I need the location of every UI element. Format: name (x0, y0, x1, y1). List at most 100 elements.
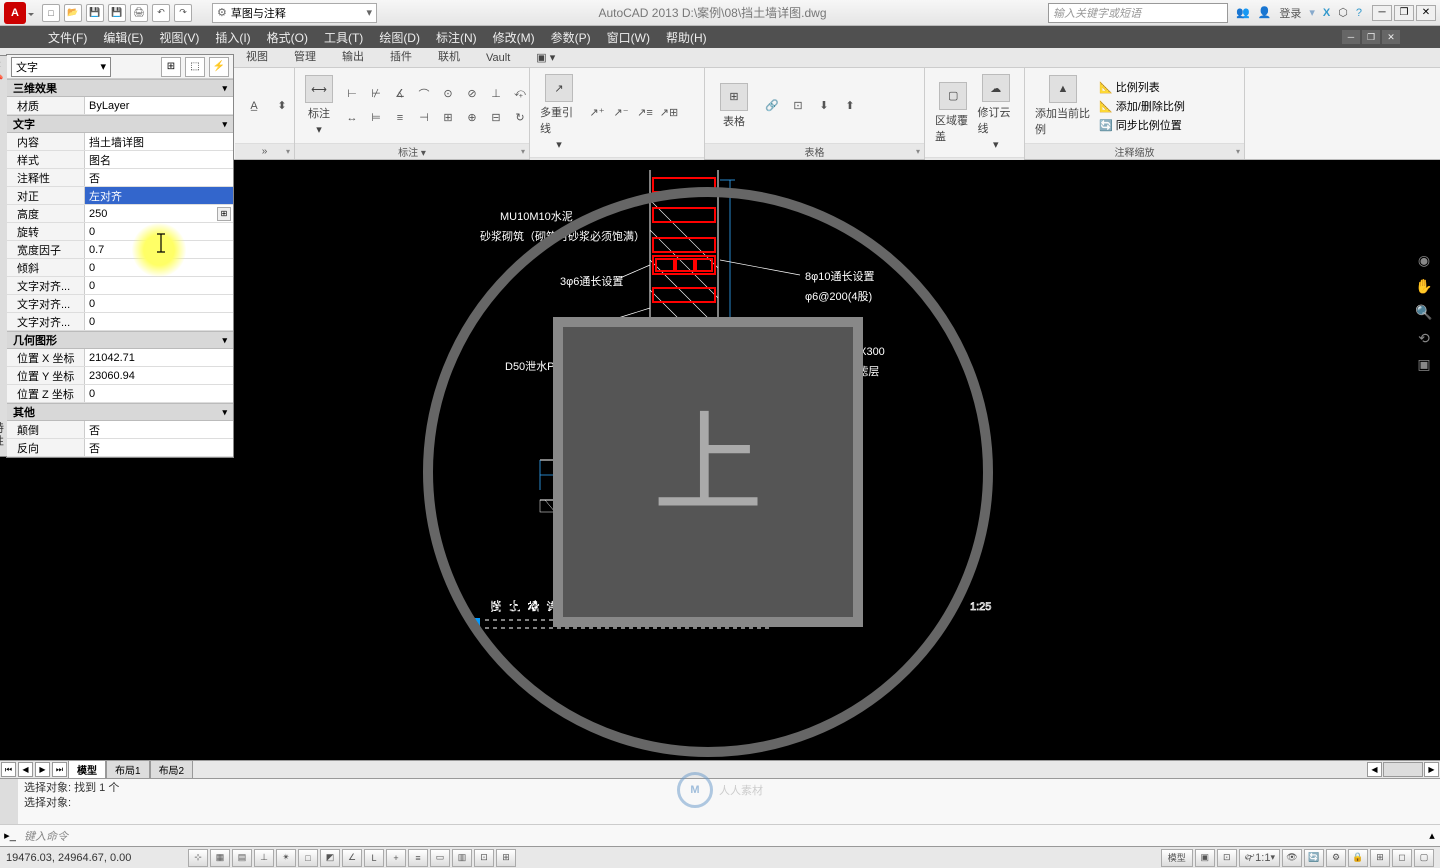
prop-taligny-value[interactable]: 0 (85, 295, 233, 312)
ribbon-tab-vault[interactable]: Vault (475, 49, 521, 67)
layout-tab-layout1[interactable]: 布局1 (106, 760, 150, 779)
mdi-close-button[interactable]: ✕ (1382, 30, 1400, 44)
status-qp-button[interactable]: ▥ (452, 849, 472, 867)
ribbon-tab-manage[interactable]: 管理 (283, 45, 327, 67)
status-3dosnap-button[interactable]: ◩ (320, 849, 340, 867)
command-prompt-icon[interactable]: ▸_ (0, 826, 20, 846)
menu-parametric[interactable]: 参数(P) (543, 26, 599, 49)
hscroll-right-button[interactable]: ▶ (1424, 762, 1439, 777)
workspace-dropdown[interactable]: 草图与注释 (212, 3, 377, 23)
qat-save-icon[interactable]: 💾 (86, 4, 104, 22)
stay-connected-icon[interactable]: ⬡ (1338, 6, 1348, 19)
menu-modify[interactable]: 修改(M) (485, 26, 543, 49)
status-annovis-button[interactable]: 👁 (1282, 849, 1302, 867)
add-current-scale-button[interactable]: ▲添加当前比例 (1033, 73, 1093, 139)
signin-user-icon[interactable]: 👤 (1258, 6, 1272, 19)
prop-style-value[interactable]: 图名 (85, 151, 233, 168)
dim-linear-icon[interactable]: ⊢ (341, 83, 363, 105)
command-history[interactable]: 选择对象: 找到 1 个 选择对象: (0, 779, 1440, 824)
status-sc-button[interactable]: ⊡ (474, 849, 494, 867)
status-dyn-button[interactable]: + (386, 849, 406, 867)
ribbon-tab-online[interactable]: 联机 (427, 45, 471, 67)
menu-view[interactable]: 视图(V) (151, 26, 207, 49)
dimension-button[interactable]: ⟷标注▾ (303, 73, 335, 138)
prop-talignx-value[interactable]: 0 (85, 277, 233, 294)
menu-help[interactable]: 帮助(H) (658, 26, 715, 49)
object-type-dropdown[interactable]: 文字 (11, 57, 111, 77)
command-input[interactable]: 键入命令 (20, 828, 1424, 844)
prop-upsidedown-value[interactable]: 否 (85, 421, 233, 438)
toggle-pickadd-icon[interactable]: ⊞ (161, 57, 181, 77)
ribbon-tab-view[interactable]: 视图 (235, 45, 279, 67)
dim-break-icon[interactable]: ⊣ (413, 107, 435, 129)
dim-angular-icon[interactable]: ∡ (389, 83, 411, 105)
dim-inspect-icon[interactable]: ⊟ (485, 107, 507, 129)
status-ortho-button[interactable]: ⊥ (254, 849, 274, 867)
window-minimize-button[interactable]: ─ (1372, 5, 1392, 21)
ribbon-tab-expander[interactable]: ▣ ▾ (525, 48, 566, 67)
menu-edit[interactable]: 编辑(E) (95, 26, 151, 49)
status-layout-max-button[interactable]: ⊡ (1217, 849, 1237, 867)
table-extract-icon[interactable]: ⊡ (787, 95, 809, 117)
status-otrack-button[interactable]: ∠ (342, 849, 362, 867)
table-upload-icon[interactable]: ⬆ (839, 95, 861, 117)
dim-continue-icon[interactable]: ↔ (341, 107, 363, 129)
prop-annotative-value[interactable]: 否 (85, 169, 233, 186)
text-style-button[interactable]: A̲ (243, 95, 265, 117)
dim-tolerance-icon[interactable]: ⊞ (437, 107, 459, 129)
qat-undo-icon[interactable]: ↶ (152, 4, 170, 22)
dim-update-icon[interactable]: ↻ (509, 107, 531, 129)
qat-new-icon[interactable]: □ (42, 4, 60, 22)
menu-window[interactable]: 窗口(W) (599, 26, 658, 49)
status-annoscale-button[interactable]: 🙰 1:1 ▾ (1239, 849, 1280, 867)
nav-orbit-icon[interactable]: ⟲ (1414, 328, 1434, 348)
sync-scale-button[interactable]: 🔄 同步比例位置 (1099, 117, 1185, 133)
calculator-icon[interactable]: ⊞ (217, 207, 231, 221)
dim-center-icon[interactable]: ⊕ (461, 107, 483, 129)
status-ducs-button[interactable]: L (364, 849, 384, 867)
category-3deffects[interactable]: 三维效果 (7, 79, 233, 97)
select-objects-icon[interactable]: ⬚ (185, 57, 205, 77)
qat-saveas-icon[interactable]: 💾 (108, 4, 126, 22)
qat-plot-icon[interactable]: 🖨 (130, 4, 148, 22)
status-annoauto-button[interactable]: 🔄 (1304, 849, 1324, 867)
mdi-minimize-button[interactable]: ─ (1342, 30, 1360, 44)
prop-rotation-value[interactable]: 0 (85, 223, 233, 240)
status-polar-button[interactable]: ✴ (276, 849, 296, 867)
nav-wheel-icon[interactable]: ◉ (1414, 250, 1434, 270)
leader-align-icon[interactable]: ↗≡ (634, 102, 656, 124)
prop-justify-value[interactable]: 左对齐 (85, 187, 233, 204)
help-search-input[interactable]: 输入关键字或短语 (1048, 3, 1228, 23)
status-snap-button[interactable]: ▦ (210, 849, 230, 867)
window-close-button[interactable]: ✕ (1416, 5, 1436, 21)
status-clean-button[interactable]: ▢ (1414, 849, 1434, 867)
hscroll-thumb[interactable] (1383, 762, 1423, 777)
scale-list-button[interactable]: 📐 比例列表 (1099, 79, 1185, 95)
status-infer-button[interactable]: ⊹ (188, 849, 208, 867)
layout-last-button[interactable]: ⏭ (52, 762, 67, 777)
table-link-icon[interactable]: 🔗 (761, 95, 783, 117)
prop-content-value[interactable]: 挡土墙详图 (85, 133, 233, 150)
category-text[interactable]: 文字 (7, 115, 233, 133)
status-model-button[interactable]: 模型 (1161, 849, 1193, 867)
dim-jogged-icon[interactable]: ⤽ (509, 83, 531, 105)
status-tpy-button[interactable]: ▭ (430, 849, 450, 867)
prop-height-value[interactable]: 250⊞ (85, 205, 233, 222)
status-layout-quick-button[interactable]: ▣ (1195, 849, 1215, 867)
layout-prev-button[interactable]: ◀ (18, 762, 33, 777)
leader-remove-icon[interactable]: ↗⁻ (610, 102, 632, 124)
signin-icon[interactable]: 👥 (1236, 6, 1250, 19)
status-am-button[interactable]: ⊞ (496, 849, 516, 867)
dim-arc-icon[interactable]: ⌒ (413, 83, 435, 105)
dim-space-icon[interactable]: ≡ (389, 107, 411, 129)
hscroll-left-button[interactable]: ◀ (1367, 762, 1382, 777)
table-download-icon[interactable]: ⬇ (813, 95, 835, 117)
dim-diameter-icon[interactable]: ⊘ (461, 83, 483, 105)
menu-file[interactable]: 文件(F) (40, 26, 95, 49)
qat-redo-icon[interactable]: ↷ (174, 4, 192, 22)
ribbon-tab-output[interactable]: 输出 (331, 45, 375, 67)
palette-pin-icon[interactable]: 📌 (0, 75, 4, 86)
signin-label[interactable]: 登录 (1279, 5, 1301, 21)
add-delete-scale-button[interactable]: 📐 添加/删除比例 (1099, 98, 1185, 114)
dim-baseline-icon[interactable]: ⊨ (365, 107, 387, 129)
